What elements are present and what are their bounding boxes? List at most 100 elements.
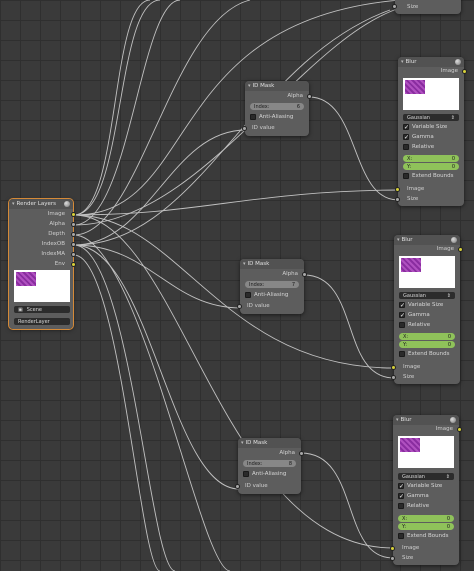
relative-checkbox[interactable]: [398, 503, 404, 509]
id-value-socket[interactable]: [235, 484, 240, 489]
collapse-triangle-icon[interactable]: ▾: [401, 59, 404, 65]
alpha-output-label: Alpha: [282, 271, 298, 277]
x-label: X:: [407, 155, 413, 162]
gamma-label: Gamma: [408, 312, 430, 318]
relative-label: Relative: [408, 322, 431, 328]
alpha-output-socket[interactable]: [302, 272, 307, 277]
render-preview: [14, 270, 70, 302]
node-preview-icon[interactable]: [450, 417, 456, 423]
node-header[interactable]: ▾ Blur: [394, 235, 460, 245]
gamma-checkbox[interactable]: ✓: [398, 493, 404, 500]
scene-select[interactable]: ▣ Scene: [14, 306, 70, 313]
node-preview-icon[interactable]: [64, 201, 70, 207]
render-layers-node[interactable]: ▾ Render Layers Image Alpha Depth IndexO…: [8, 198, 76, 330]
collapse-triangle-icon[interactable]: ▾: [12, 201, 15, 207]
index-label: Index:: [254, 103, 270, 110]
output-depth-socket[interactable]: [71, 232, 76, 237]
output-image-socket[interactable]: [71, 212, 76, 217]
index-field[interactable]: Index: 6: [250, 103, 304, 110]
node-title: Blur: [400, 417, 412, 423]
output-indexob-socket[interactable]: [71, 242, 76, 247]
gamma-label: Gamma: [407, 493, 429, 499]
node-title: Render Layers: [16, 201, 57, 207]
size-input-socket[interactable]: [395, 197, 400, 202]
image-input-socket[interactable]: [390, 546, 395, 551]
y-size-field[interactable]: Y: 0: [398, 523, 454, 530]
collapse-triangle-icon[interactable]: ▾: [241, 440, 244, 446]
node-header[interactable]: ▾ Blur: [398, 57, 464, 67]
blur-node-2[interactable]: ▾ Blur Image Gaussian ⇕ ✓ Variable Size …: [391, 235, 463, 384]
size-socket[interactable]: [392, 4, 397, 9]
id-mask-node-1[interactable]: ▾ ID Mask Alpha Index: 6 Anti-Aliasing I…: [242, 81, 312, 136]
size-input-label: Size: [407, 196, 419, 202]
x-size-field[interactable]: X: 0: [398, 515, 454, 522]
x-label: X:: [402, 515, 408, 522]
output-alpha-socket[interactable]: [71, 222, 76, 227]
gamma-checkbox[interactable]: ✓: [399, 312, 405, 319]
image-input-socket[interactable]: [395, 187, 400, 192]
alpha-output-socket[interactable]: [307, 94, 312, 99]
blur-preview: [399, 256, 455, 288]
index-value: 7: [291, 281, 295, 288]
anti-aliasing-checkbox[interactable]: [243, 471, 249, 477]
index-field[interactable]: Index: 7: [245, 281, 299, 288]
filter-type-select[interactable]: Gaussian ⇕: [399, 292, 455, 299]
collapse-triangle-icon[interactable]: ▾: [396, 417, 399, 423]
node-preview-icon[interactable]: [455, 59, 461, 65]
size-input-label: Size: [403, 374, 415, 380]
x-size-field[interactable]: X: 0: [399, 333, 455, 340]
render-layer-select[interactable]: RenderLayer: [14, 318, 70, 325]
id-mask-node-3[interactable]: ▾ ID Mask Alpha Index: 8 Anti-Aliasing I…: [235, 438, 304, 494]
image-output-socket[interactable]: [462, 69, 467, 74]
variable-size-checkbox[interactable]: ✓: [403, 124, 409, 131]
y-size-field[interactable]: Y: 0: [399, 341, 455, 348]
output-indexma-socket[interactable]: [71, 252, 76, 257]
extend-bounds-label: Extend Bounds: [412, 173, 454, 179]
node-title: ID Mask: [252, 83, 275, 89]
extend-bounds-checkbox[interactable]: [398, 533, 404, 539]
id-value-socket[interactable]: [237, 304, 242, 309]
extend-bounds-checkbox[interactable]: [403, 173, 409, 179]
id-mask-node-2[interactable]: ▾ ID Mask Alpha Index: 7 Anti-Aliasing I…: [237, 259, 307, 314]
top-partial-node[interactable]: Size: [392, 0, 461, 14]
blur-node-1[interactable]: ▾ Blur Image Gaussian ⇕ ✓ Variable Size …: [395, 57, 467, 206]
image-output-label: Image: [435, 426, 453, 432]
x-size-field[interactable]: X: 0: [403, 155, 459, 162]
node-preview-icon[interactable]: [451, 237, 457, 243]
node-header[interactable]: ▾ ID Mask: [245, 81, 309, 91]
collapse-triangle-icon[interactable]: ▾: [243, 261, 246, 267]
alpha-output-socket[interactable]: [299, 451, 304, 456]
variable-size-checkbox[interactable]: ✓: [398, 483, 404, 490]
variable-size-checkbox[interactable]: ✓: [399, 302, 405, 309]
blur-node-3[interactable]: ▾ Blur Image Gaussian ⇕ ✓ Variable Size …: [390, 415, 462, 565]
collapse-triangle-icon[interactable]: ▾: [248, 83, 251, 89]
image-input-label: Image: [402, 545, 420, 551]
size-input-socket[interactable]: [391, 375, 396, 380]
relative-checkbox[interactable]: [399, 322, 405, 328]
node-header[interactable]: ▾ ID Mask: [240, 259, 304, 269]
anti-aliasing-checkbox[interactable]: [245, 292, 251, 298]
relative-checkbox[interactable]: [403, 144, 409, 150]
gamma-checkbox[interactable]: ✓: [403, 134, 409, 141]
filter-type-select[interactable]: Gaussian ⇕: [403, 114, 459, 121]
id-value-socket[interactable]: [242, 126, 247, 131]
node-header[interactable]: ▾ Blur: [393, 415, 459, 425]
filter-type-select[interactable]: Gaussian ⇕: [398, 473, 454, 480]
size-input-socket[interactable]: [390, 556, 395, 561]
output-env-socket[interactable]: [71, 262, 76, 267]
anti-aliasing-checkbox[interactable]: [250, 114, 256, 120]
variable-size-label: Variable Size: [412, 124, 448, 130]
collapse-triangle-icon[interactable]: ▾: [397, 237, 400, 243]
index-field[interactable]: Index: 8: [243, 460, 296, 467]
image-output-socket[interactable]: [458, 247, 463, 252]
blur-preview: [403, 78, 459, 110]
output-env-label: Env: [54, 261, 65, 267]
filter-type-value: Gaussian: [407, 114, 430, 121]
image-output-socket[interactable]: [457, 427, 462, 432]
output-image-label: Image: [47, 211, 65, 217]
node-header[interactable]: ▾ Render Layers: [9, 199, 73, 209]
y-size-field[interactable]: Y: 0: [403, 163, 459, 170]
node-header[interactable]: ▾ ID Mask: [238, 438, 301, 448]
image-input-socket[interactable]: [391, 365, 396, 370]
extend-bounds-checkbox[interactable]: [399, 351, 405, 357]
